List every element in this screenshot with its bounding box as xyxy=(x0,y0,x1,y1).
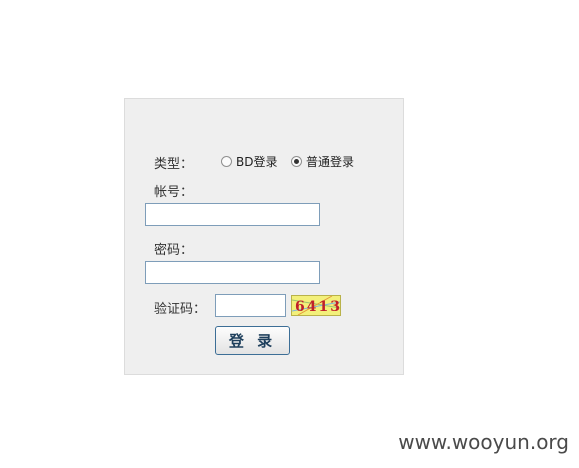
type-label: 类型： xyxy=(154,157,194,172)
captcha-label: 验证码： xyxy=(154,302,207,317)
radio-normal-login-input[interactable] xyxy=(291,156,302,167)
radio-bd-login-input[interactable] xyxy=(221,156,232,167)
radio-bd-login-label: BD登录 xyxy=(236,155,278,169)
password-input[interactable] xyxy=(145,261,320,284)
account-label: 帐号： xyxy=(154,185,194,200)
login-panel: 类型： BD登录 普通登录 帐号： 密码： 验证码： 6413 登 录 xyxy=(124,98,404,375)
radio-bd-login[interactable]: BD登录 xyxy=(221,153,277,170)
login-button[interactable]: 登 录 xyxy=(215,326,290,355)
radio-normal-login[interactable]: 普通登录 xyxy=(291,153,354,170)
account-input[interactable] xyxy=(145,203,320,226)
password-label: 密码： xyxy=(154,243,194,258)
captcha-digits: 6413 xyxy=(295,299,340,315)
radio-normal-login-label: 普通登录 xyxy=(306,155,355,169)
captcha-image[interactable]: 6413 xyxy=(291,295,341,316)
captcha-input[interactable] xyxy=(215,294,286,317)
watermark-text: www.wooyun.org xyxy=(398,430,569,454)
